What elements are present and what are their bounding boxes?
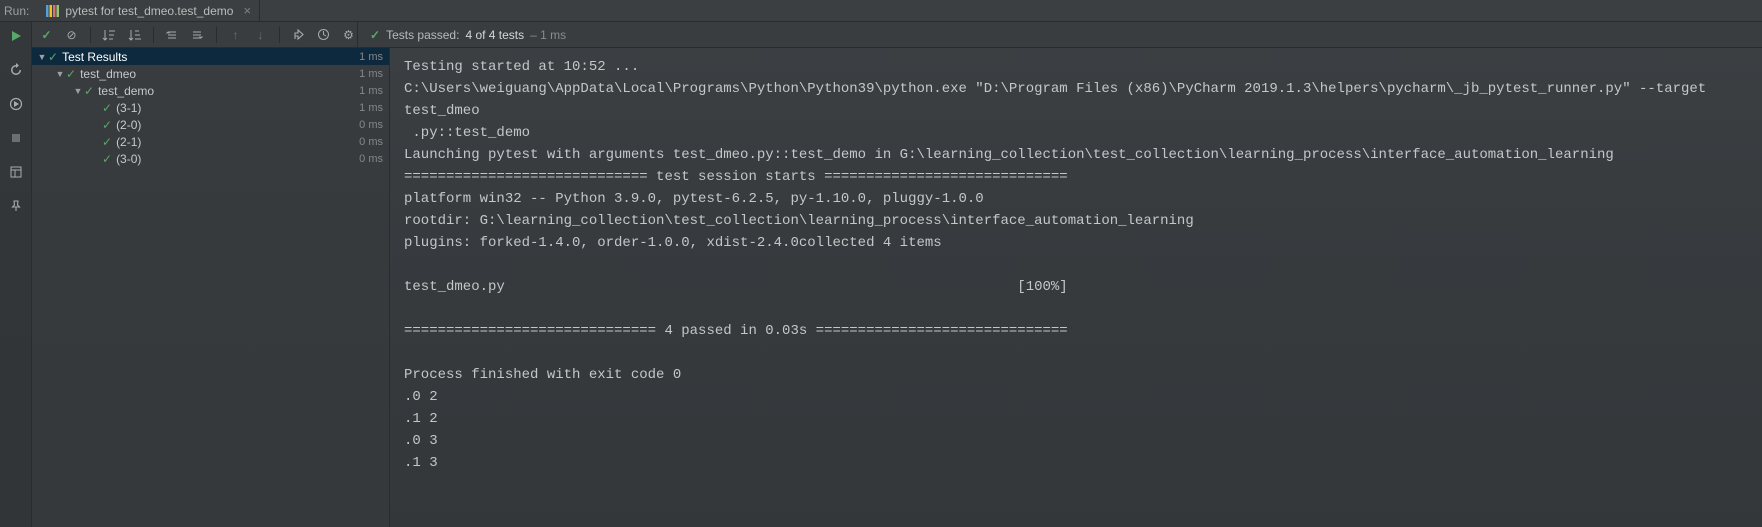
tree-label: (3-1) [116,101,355,115]
sort-duration-icon[interactable] [126,26,143,44]
tree-row[interactable]: ▼✓(3-1)1 ms [32,99,389,116]
separator [216,27,217,43]
status-prefix: Tests passed: [386,28,459,42]
toolbar-left: ✓ ⊘ ↑ [32,22,358,47]
test-tree[interactable]: ▼ ✓ Test Results 1 ms ▼✓test_dmeo1 ms▼✓t… [32,48,390,527]
tree-label: test_dmeo [80,67,355,81]
chevron-down-icon[interactable]: ▼ [54,69,66,79]
pass-icon: ✓ [48,50,58,64]
chevron-down-icon[interactable]: ▼ [36,52,48,62]
left-gutter [0,22,32,527]
pass-icon: ✓ [84,84,94,98]
toggle-auto-test-button[interactable] [6,94,26,114]
work-area: ✓ ⊘ ↑ [0,22,1762,527]
run-button[interactable] [6,26,26,46]
show-ignored-icon[interactable]: ⊘ [63,26,80,44]
layout-button[interactable] [6,162,26,182]
chevron-down-icon[interactable]: ▼ [72,86,84,96]
toolbar: ✓ ⊘ ↑ [32,22,1762,48]
show-passed-icon[interactable]: ✓ [38,26,55,44]
tab-row: Run: pytest for test_dmeo.test_demo × [0,0,1762,22]
tree-time: 1 ms [355,85,383,97]
rerun-failed-button[interactable] [6,60,26,80]
history-icon[interactable] [315,26,332,44]
collapse-all-icon[interactable] [189,26,206,44]
tree-time: 0 ms [355,119,383,131]
tree-label: (2-1) [116,135,355,149]
prev-failed-icon[interactable]: ↑ [227,26,244,44]
tree-row[interactable]: ▼✓(2-1)0 ms [32,133,389,150]
splitter: ▼ ✓ Test Results 1 ms ▼✓test_dmeo1 ms▼✓t… [32,48,1762,527]
tree-root-row[interactable]: ▼ ✓ Test Results 1 ms [32,48,389,65]
toolbar-status: ✓ Tests passed: 4 of 4 tests – 1 ms [358,28,1762,42]
pass-icon: ✓ [102,101,112,115]
export-icon[interactable] [290,26,307,44]
status-counts: 4 of 4 tests [465,28,524,42]
pass-icon: ✓ [102,135,112,149]
separator [279,27,280,43]
status-check-icon: ✓ [370,28,380,42]
tree-label: Test Results [62,50,355,64]
tree-row[interactable]: ▼✓(2-0)0 ms [32,116,389,133]
pass-icon: ✓ [102,152,112,166]
status-duration: – 1 ms [530,28,566,42]
sort-alpha-icon[interactable] [101,26,118,44]
stop-button[interactable] [6,128,26,148]
tree-label: (3-0) [116,152,355,166]
pytest-icon [45,4,59,18]
gear-icon[interactable]: ⚙ [340,26,357,44]
tab-label: pytest for test_dmeo.test_demo [65,4,233,18]
pin-button[interactable] [6,196,26,216]
expand-all-icon[interactable] [164,26,181,44]
separator [90,27,91,43]
center-wrap: ✓ ⊘ ↑ [32,22,1762,527]
next-failed-icon[interactable]: ↓ [252,26,269,44]
close-icon[interactable]: × [243,3,251,18]
tree-time: 1 ms [355,51,383,63]
separator [153,27,154,43]
tree-row[interactable]: ▼✓(3-0)0 ms [32,150,389,167]
tree-time: 0 ms [355,153,383,165]
tree-time: 1 ms [355,68,383,80]
console-output[interactable]: Testing started at 10:52 ... C:\Users\we… [390,48,1762,527]
pass-icon: ✓ [102,118,112,132]
tree-row[interactable]: ▼✓ test_demo1 ms [32,82,389,99]
run-tool-window: Run: pytest for test_dmeo.test_demo × [0,0,1762,527]
pass-icon: ✓ [66,67,76,81]
run-tab[interactable]: pytest for test_dmeo.test_demo × [37,0,260,21]
tree-row[interactable]: ▼✓ test_dmeo1 ms [32,65,389,82]
run-label: Run: [4,4,37,18]
tree-label: (2-0) [116,118,355,132]
tree-time: 1 ms [355,102,383,114]
tree-label: test_demo [98,84,355,98]
tree-time: 0 ms [355,136,383,148]
